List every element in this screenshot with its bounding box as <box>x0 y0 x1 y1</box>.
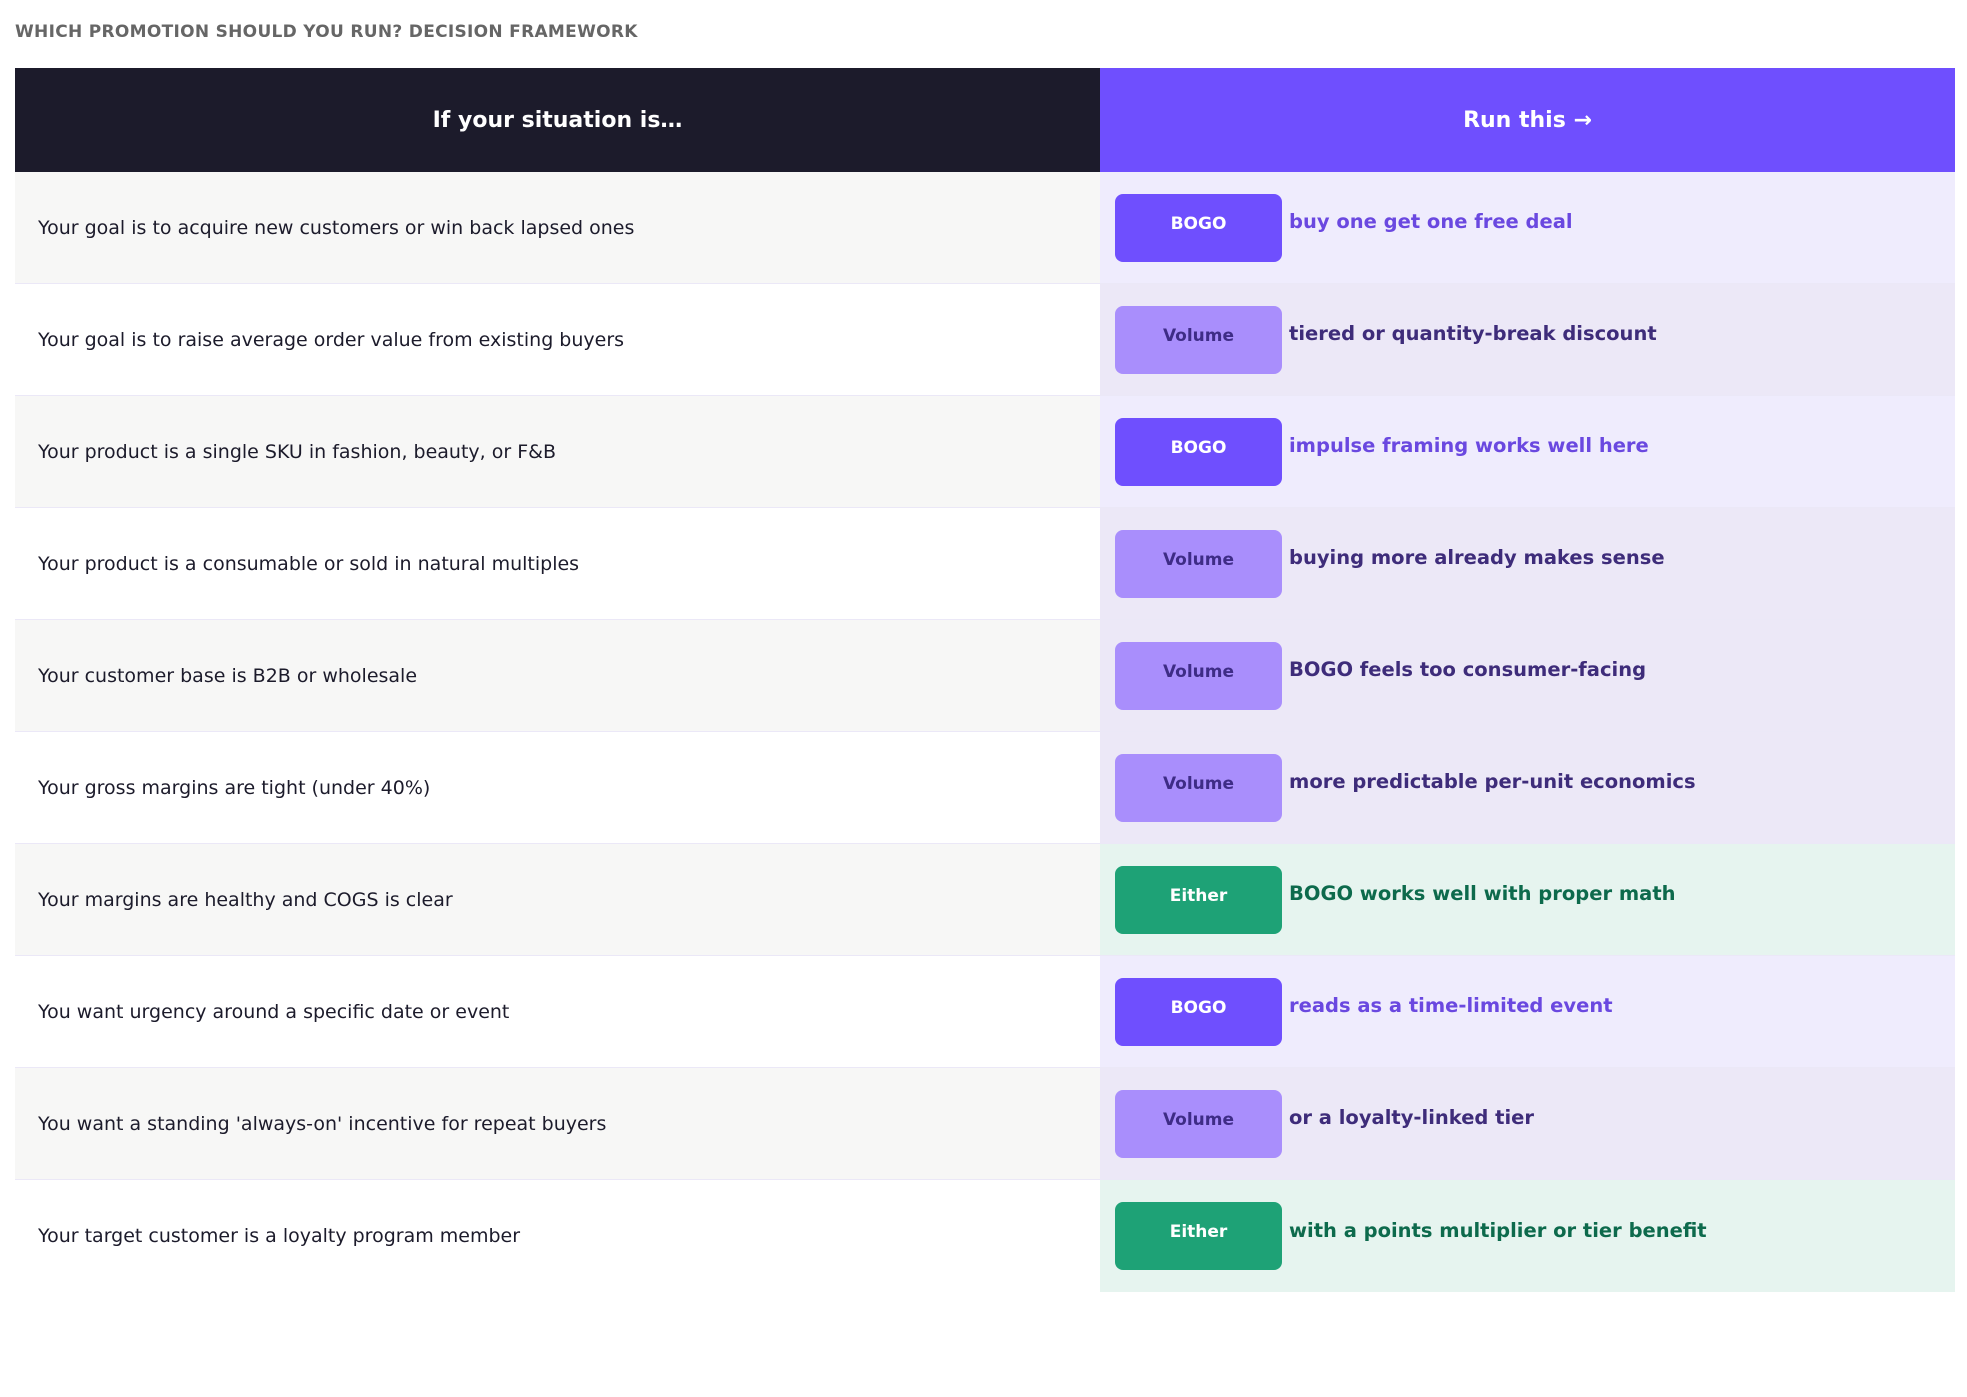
action-cell: Volume more predictable per-unit economi… <box>1100 732 1955 843</box>
table-row: Your goal is to acquire new customers or… <box>15 172 1955 284</box>
situation-cell: Your product is a single SKU in fashion,… <box>15 396 1100 507</box>
situation-cell: Your margins are healthy and COGS is cle… <box>15 844 1100 955</box>
table-row: Your gross margins are tight (under 40%)… <box>15 732 1955 844</box>
promotion-badge: BOGO <box>1115 193 1282 262</box>
action-cell: BOGO reads as a time-limited event <box>1100 956 1955 1067</box>
table-row: Your target customer is a loyalty progra… <box>15 1180 1955 1292</box>
recommendation-note: BOGO feels too consumer-facing <box>1289 658 1647 681</box>
page-title: WHICH PROMOTION SHOULD YOU RUN? DECISION… <box>15 22 638 42</box>
table-header: If your situation is… Run this → <box>15 68 1955 172</box>
promotion-badge: Volume <box>1115 641 1282 710</box>
action-cell: Volume buying more already makes sense <box>1100 508 1955 619</box>
situation-cell: Your gross margins are tight (under 40%) <box>15 732 1100 843</box>
table-row: Your customer base is B2B or wholesale V… <box>15 620 1955 732</box>
action-cell: Volume or a loyalty-linked tier <box>1100 1068 1955 1179</box>
action-cell: Volume BOGO feels too consumer-facing <box>1100 620 1955 731</box>
action-cell: BOGO impulse framing works well here <box>1100 396 1955 507</box>
table-row: You want urgency around a specific date … <box>15 956 1955 1068</box>
promotion-badge: Volume <box>1115 529 1282 598</box>
header-situation: If your situation is… <box>15 68 1100 172</box>
header-action: Run this → <box>1100 68 1955 172</box>
promotion-badge: Volume <box>1115 753 1282 822</box>
situation-cell: Your product is a consumable or sold in … <box>15 508 1100 619</box>
recommendation-note: or a loyalty-linked tier <box>1289 1106 1535 1129</box>
promotion-badge: Either <box>1115 1202 1282 1270</box>
situation-cell: Your goal is to acquire new customers or… <box>15 172 1100 283</box>
table-row: You want a standing 'always-on' incentiv… <box>15 1068 1955 1180</box>
situation-cell: Your customer base is B2B or wholesale <box>15 620 1100 731</box>
decision-table: If your situation is… Run this → Your go… <box>15 68 1955 1292</box>
recommendation-note: BOGO works well with proper math <box>1289 882 1676 905</box>
recommendation-note: reads as a time-limited event <box>1289 994 1613 1017</box>
table-row: Your product is a consumable or sold in … <box>15 508 1955 620</box>
promotion-badge: Either <box>1115 865 1282 934</box>
recommendation-note: impulse framing works well here <box>1289 434 1649 457</box>
situation-cell: You want urgency around a specific date … <box>15 956 1100 1067</box>
table-row: Your margins are healthy and COGS is cle… <box>15 844 1955 956</box>
table-row: Your goal is to raise average order valu… <box>15 284 1955 396</box>
situation-cell: You want a standing 'always-on' incentiv… <box>15 1068 1100 1179</box>
recommendation-note: tiered or quantity-break discount <box>1289 322 1657 345</box>
recommendation-note: buying more already makes sense <box>1289 546 1665 569</box>
promotion-badge: Volume <box>1115 305 1282 374</box>
promotion-badge: BOGO <box>1115 977 1282 1046</box>
promotion-badge: Volume <box>1115 1089 1282 1158</box>
recommendation-note: with a points multiplier or tier benefit <box>1289 1218 1707 1242</box>
promotion-badge: BOGO <box>1115 417 1282 486</box>
recommendation-note: more predictable per-unit economics <box>1289 770 1696 793</box>
recommendation-note: buy one get one free deal <box>1289 210 1573 233</box>
action-cell: Either BOGO works well with proper math <box>1100 844 1955 955</box>
situation-cell: Your target customer is a loyalty progra… <box>15 1180 1100 1292</box>
table-row: Your product is a single SKU in fashion,… <box>15 396 1955 508</box>
action-cell: Either with a points multiplier or tier … <box>1100 1180 1955 1292</box>
situation-cell: Your goal is to raise average order valu… <box>15 284 1100 395</box>
action-cell: Volume tiered or quantity-break discount <box>1100 284 1955 395</box>
action-cell: BOGO buy one get one free deal <box>1100 172 1955 283</box>
